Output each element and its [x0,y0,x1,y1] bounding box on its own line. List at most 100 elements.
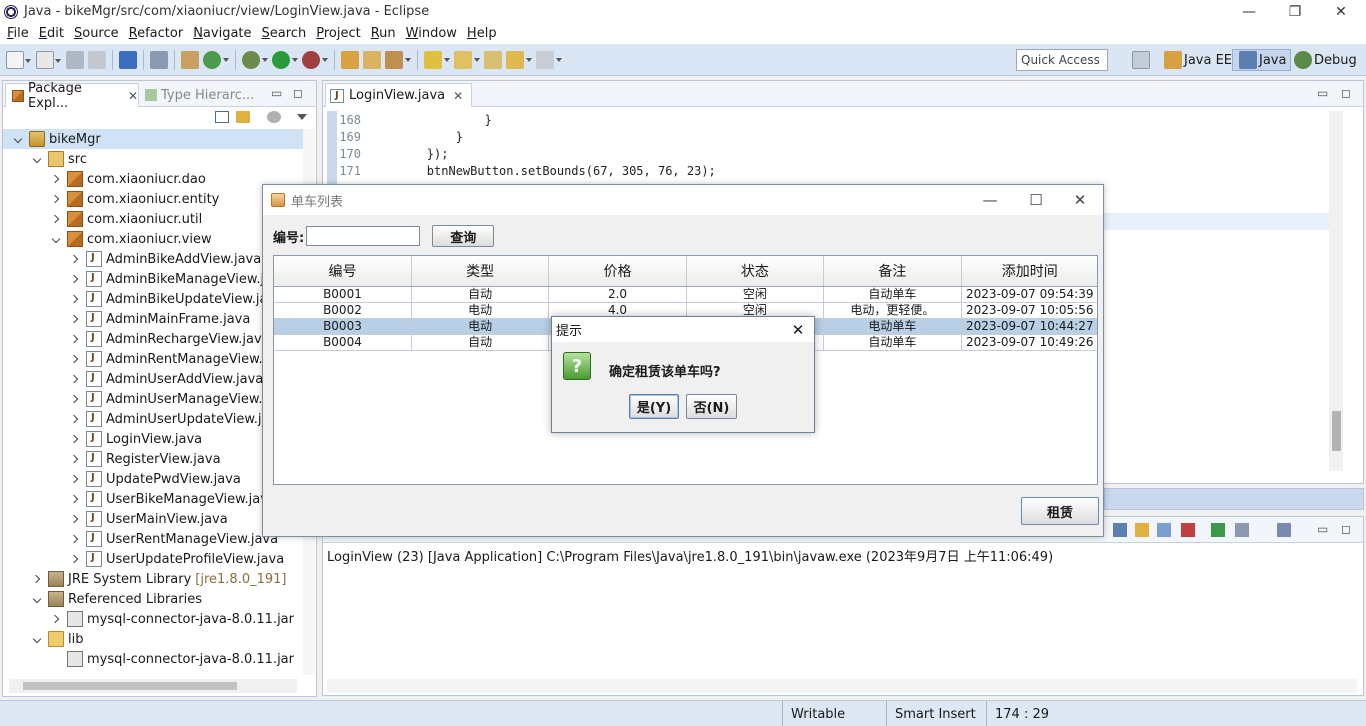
word-wrap-icon[interactable] [1157,523,1171,537]
maximize-console-icon[interactable]: ◻ [1341,522,1351,536]
chevron-right-icon[interactable] [70,553,82,565]
tree-item[interactable]: mysql-connector-java-8.0.11.jar [3,609,303,629]
pin-console-icon[interactable] [1113,523,1127,537]
maximize-view-icon[interactable]: ◻ [293,86,303,100]
chevron-right-icon[interactable] [70,493,82,505]
menu-search[interactable]: Search [257,26,312,41]
perspective-debug[interactable]: Debug [1288,49,1361,71]
tree-item[interactable]: com.xiaoniucr.entity [3,189,303,209]
tree-item[interactable]: LoginView.java [3,429,303,449]
package-icon[interactable] [181,50,199,69]
debug-icon[interactable] [242,50,268,69]
column-header[interactable]: 状态 [686,256,825,287]
chevron-right-icon[interactable] [32,573,44,585]
horizontal-scrollbar[interactable] [9,679,297,693]
tree-item[interactable]: UpdatePwdView.java [3,469,303,489]
open-perspective-icon[interactable] [1132,51,1150,69]
chevron-right-icon[interactable] [70,453,82,465]
tree-item[interactable]: AdminUserAddView.java [3,369,303,389]
tree-item[interactable]: AdminUserUpdateView.java [3,409,303,429]
minimize-button[interactable]: — [967,185,1013,215]
chevron-right-icon[interactable] [70,293,82,305]
chevron-right-icon[interactable] [70,353,82,365]
chevron-down-icon[interactable] [51,233,63,245]
skip-breakpoints-icon[interactable] [150,50,168,69]
horizontal-scrollbar[interactable] [327,679,1357,693]
new-java-project-icon[interactable] [36,50,61,69]
perspective-java-ee[interactable]: Java EE [1158,49,1236,71]
menu-refactor[interactable]: Refactor [124,26,189,41]
maximize-editor-icon[interactable]: ◻ [1341,86,1351,100]
chevron-right-icon[interactable] [70,433,82,445]
chevron-right-icon[interactable] [51,213,63,225]
column-header[interactable]: 类型 [411,256,550,287]
maximize-button[interactable]: ☐ [1013,185,1059,215]
terminal-icon[interactable] [119,50,137,69]
close-tab-icon[interactable]: ✕ [453,89,463,103]
chevron-right-icon[interactable] [70,253,82,265]
tree-item[interactable]: AdminBikeManageView.java [3,269,303,289]
menu-window[interactable]: Window [401,26,462,41]
tree-item[interactable]: JRE System Library [jre1.8.0_191] [3,569,303,589]
minimize-console-icon[interactable]: ▭ [1317,522,1328,536]
tree-item[interactable]: com.xiaoniucr.view [3,229,303,249]
yes-button[interactable]: 是(Y) [629,394,679,419]
external-tools-icon[interactable] [302,50,328,69]
menu-file[interactable]: File [2,26,34,41]
minimize-view-icon[interactable]: ▭ [271,86,282,100]
scrollbar-thumb[interactable] [1332,411,1341,451]
chevron-right-icon[interactable] [51,173,63,185]
bike-id-input[interactable] [306,226,421,246]
save-all-icon[interactable] [88,50,106,69]
tree-item[interactable]: bikeMgr [3,129,303,149]
chevron-right-icon[interactable] [70,533,82,545]
remove-launch-icon[interactable] [1181,523,1195,537]
chevron-right-icon[interactable] [70,513,82,525]
chevron-right-icon[interactable] [70,333,82,345]
no-button[interactable]: 否(N) [686,394,737,419]
next-annotation-icon[interactable] [424,50,450,69]
new-class-icon[interactable] [341,50,359,69]
tree-item[interactable]: AdminMainFrame.java [3,309,303,329]
new-console-icon[interactable] [1277,523,1291,537]
column-header[interactable]: 价格 [548,256,687,287]
collapse-all-icon[interactable] [215,111,229,123]
tree-item[interactable]: UserUpdateProfileView.java [3,549,303,569]
tab-package-explorer[interactable]: Package Expl... ✕ [5,81,139,111]
refresh-icon[interactable] [203,50,229,69]
tree-item[interactable]: RegisterView.java [3,449,303,469]
minimize-button[interactable]: — [1226,0,1272,23]
open-console-icon[interactable] [1211,523,1225,537]
close-button[interactable]: ✕ [1057,185,1103,215]
back-icon[interactable] [506,50,532,69]
close-button[interactable]: ✕ [1318,0,1364,23]
new-interface-icon[interactable] [363,50,381,69]
tree-item[interactable]: com.xiaoniucr.util [3,209,303,229]
link-with-editor-icon[interactable] [236,111,250,123]
display-console-icon[interactable] [1235,523,1249,537]
tree-item[interactable]: src [3,149,303,169]
rent-button[interactable]: 租赁 [1021,497,1099,525]
tree-item[interactable]: UserMainView.java [3,509,303,529]
perspective-java[interactable]: Java [1232,49,1292,71]
previous-annotation-icon[interactable] [454,50,480,69]
scroll-lock-icon[interactable] [1135,523,1149,537]
column-header[interactable]: 编号 [274,256,412,287]
chevron-right-icon[interactable] [70,393,82,405]
tree-item[interactable]: AdminRentManageView.java [3,349,303,369]
tree-item[interactable]: AdminUserManageView.java [3,389,303,409]
chevron-down-icon[interactable] [32,153,44,165]
view-menu-icon[interactable] [297,114,307,120]
menu-source[interactable]: Source [69,26,124,41]
tab-loginview-java[interactable]: LoginView.java ✕ [325,83,473,107]
chevron-right-icon[interactable] [51,193,63,205]
query-button[interactable]: 查询 [432,225,495,247]
chevron-down-icon[interactable] [13,133,25,145]
column-header[interactable]: 备注 [823,256,962,287]
menu-edit[interactable]: Edit [34,26,69,41]
chevron-right-icon[interactable] [51,613,63,625]
menu-project[interactable]: Project [311,26,366,41]
chevron-down-icon[interactable] [32,633,44,645]
run-icon[interactable] [272,50,298,69]
vertical-scrollbar[interactable] [1329,111,1343,471]
